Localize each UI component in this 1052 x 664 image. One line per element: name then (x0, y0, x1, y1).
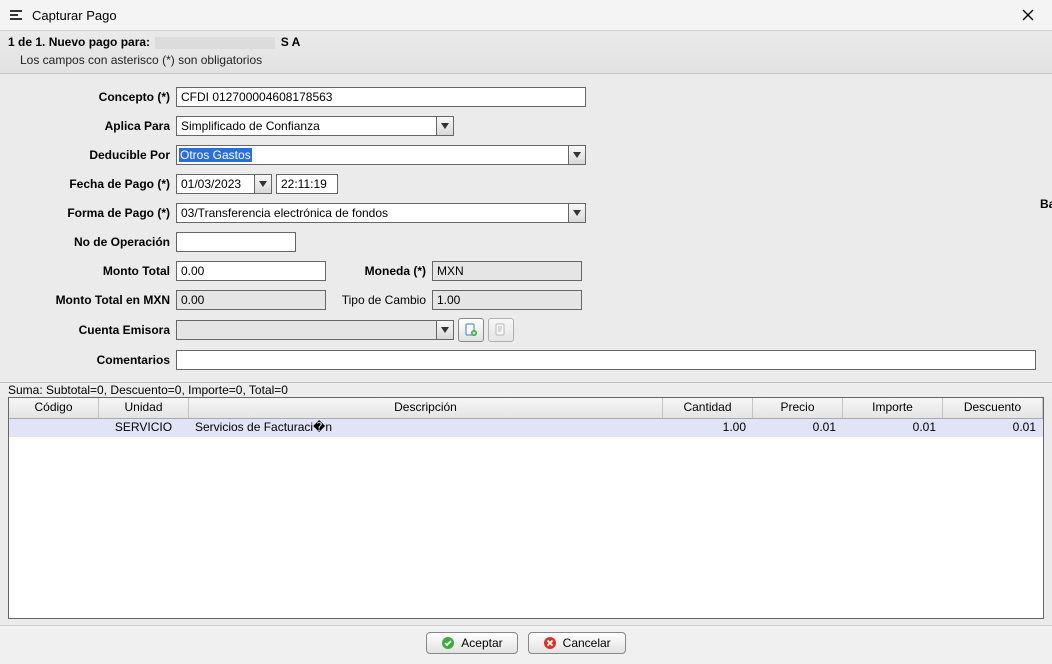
label-aplica-para: Aplica Para (10, 119, 176, 133)
cell-descripcion: Servicios de Facturaci�n (189, 419, 663, 437)
dialog-buttons: Aceptar Cancelar (0, 625, 1052, 664)
line-items-table: Código Unidad Descripción Cantidad Preci… (8, 397, 1044, 619)
subheader-suffix: S A (281, 35, 301, 49)
label-tipo-cambio: Tipo de Cambio (326, 293, 432, 307)
edit-icon (494, 323, 508, 337)
deducible-por-combo[interactable]: Otros Gastos (176, 145, 586, 165)
mandatory-note: Los campos con asterisco (*) son obligat… (8, 51, 1044, 67)
cuenta-emisora-input[interactable] (176, 320, 436, 340)
no-operacion-input[interactable] (176, 232, 296, 252)
cell-descuento: 0.01 (943, 419, 1043, 437)
cancel-icon (543, 636, 557, 650)
cuenta-emisora-combo[interactable] (176, 320, 454, 340)
hora-pago-input[interactable] (276, 174, 338, 194)
subheader-line1: 1 de 1. Nuevo pago para: S A (8, 33, 1044, 51)
fecha-pago-datepicker[interactable] (176, 174, 272, 194)
app-icon (8, 7, 24, 23)
label-monto-total-mxn: Monto Total en MXN (10, 293, 176, 307)
label-concepto: Concepto (*) (10, 90, 176, 104)
chevron-down-icon[interactable] (568, 145, 586, 165)
add-account-button[interactable] (458, 318, 484, 342)
forma-pago-combo[interactable] (176, 203, 586, 223)
table-body: SERVICIO Servicios de Facturaci�n 1.00 0… (9, 419, 1043, 618)
th-importe[interactable]: Importe (843, 398, 943, 418)
subheader-prefix: 1 de 1. Nuevo pago para: (8, 35, 150, 49)
cell-precio: 0.01 (753, 419, 843, 437)
cell-unidad: SERVICIO (99, 419, 189, 437)
chevron-down-icon[interactable] (436, 116, 454, 136)
label-base-iva-exento: Base IVA Exento (1040, 197, 1052, 211)
th-descripcion[interactable]: Descripción (189, 398, 663, 418)
window-title: Capturar Pago (32, 8, 1012, 23)
summary-line: Suma: Subtotal=0, Descuento=0, Importe=0… (0, 382, 1052, 397)
th-cantidad[interactable]: Cantidad (663, 398, 753, 418)
label-fecha-pago: Fecha de Pago (*) (10, 177, 176, 191)
moneda-input (432, 261, 582, 281)
chevron-down-icon[interactable] (254, 174, 272, 194)
titlebar: Capturar Pago (0, 0, 1052, 31)
close-button[interactable] (1012, 0, 1044, 30)
concepto-input[interactable] (176, 87, 586, 107)
label-forma-pago: Forma de Pago (*) (10, 206, 176, 220)
th-codigo[interactable]: Código (9, 398, 99, 418)
label-deducible-por: Deducible Por (10, 148, 176, 162)
check-icon (441, 636, 455, 650)
fecha-pago-input[interactable] (176, 174, 254, 194)
subheader-obscured (155, 37, 275, 49)
th-unidad[interactable]: Unidad (99, 398, 189, 418)
label-no-operacion: No de Operación (10, 235, 176, 249)
th-descuento[interactable]: Descuento (943, 398, 1043, 418)
label-monto-total: Monto Total (10, 264, 176, 278)
comentarios-input[interactable] (176, 350, 1036, 370)
deducible-por-value: Otros Gastos (179, 148, 252, 162)
cell-importe: 0.01 (843, 419, 943, 437)
label-cuenta-emisora: Cuenta Emisora (10, 323, 176, 337)
document-plus-icon (464, 323, 478, 337)
subheader: 1 de 1. Nuevo pago para: S A Los campos … (0, 31, 1052, 74)
edit-account-button[interactable] (488, 318, 514, 342)
forma-pago-input[interactable] (176, 203, 568, 223)
label-comentarios: Comentarios (10, 353, 176, 367)
table-header: Código Unidad Descripción Cantidad Preci… (9, 398, 1043, 419)
aplica-para-input[interactable] (176, 116, 436, 136)
chevron-down-icon[interactable] (568, 203, 586, 223)
cell-cantidad: 1.00 (663, 419, 753, 437)
aplica-para-combo[interactable] (176, 116, 454, 136)
monto-total-mxn-input (176, 290, 326, 310)
close-icon (1022, 9, 1034, 21)
monto-total-input[interactable] (176, 261, 326, 281)
deducible-por-input[interactable]: Otros Gastos (176, 145, 568, 165)
cancelar-label: Cancelar (563, 636, 611, 650)
label-moneda: Moneda (*) (326, 264, 432, 278)
tipo-cambio-input (432, 290, 582, 310)
cancelar-button[interactable]: Cancelar (528, 632, 626, 654)
aceptar-label: Aceptar (461, 636, 502, 650)
table-row[interactable]: SERVICIO Servicios de Facturaci�n 1.00 0… (9, 419, 1043, 437)
cell-codigo (9, 419, 99, 437)
th-precio[interactable]: Precio (753, 398, 843, 418)
aceptar-button[interactable]: Aceptar (426, 632, 517, 654)
chevron-down-icon[interactable] (436, 320, 454, 340)
